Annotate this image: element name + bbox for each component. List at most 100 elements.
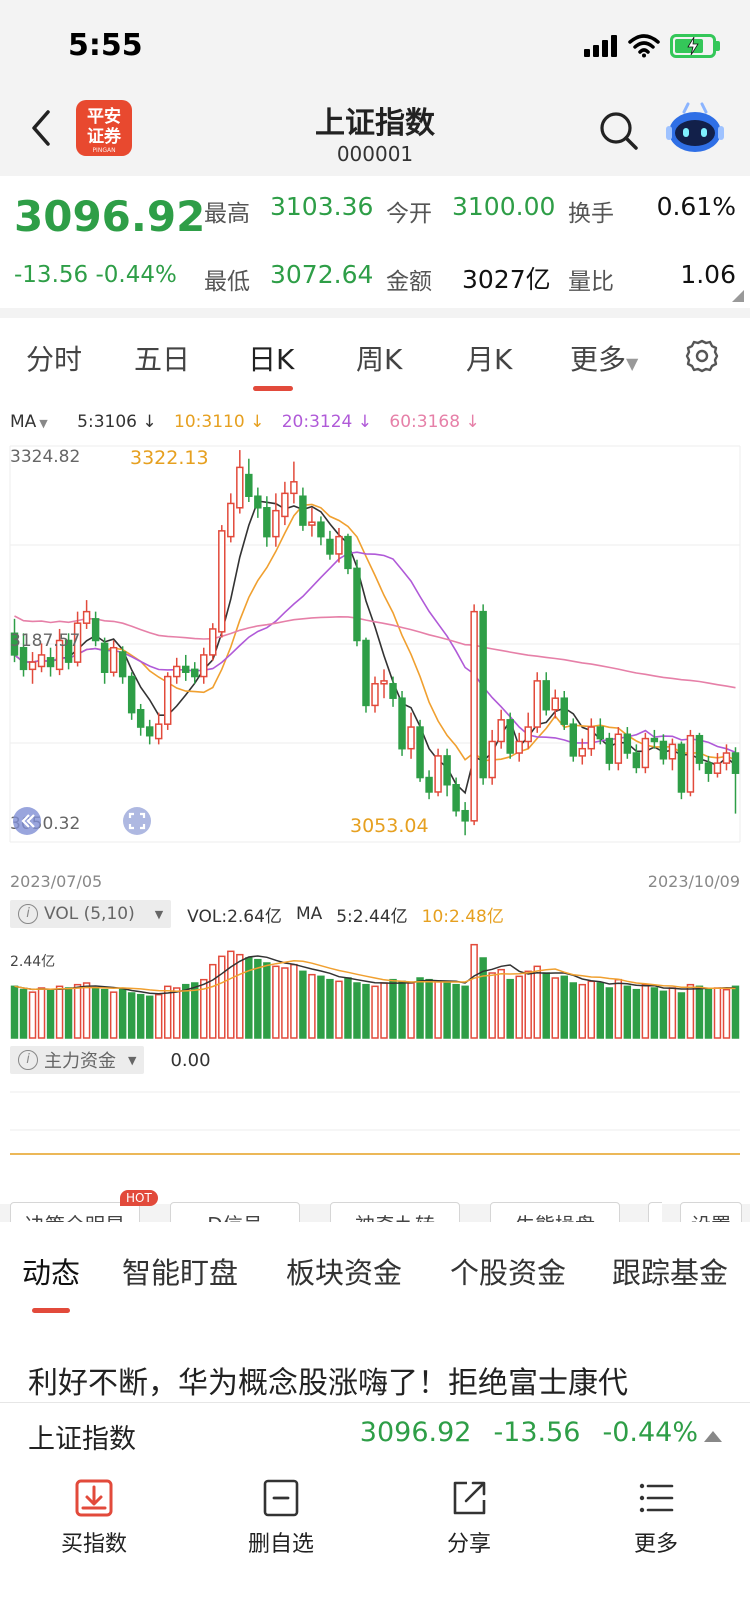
tab-monthly-k[interactable]: 月K: [466, 338, 512, 378]
tab-tracking-funds[interactable]: 跟踪基金: [612, 1250, 728, 1292]
volume-indicator-selector[interactable]: i VOL (5,10) ▼: [10, 900, 172, 928]
candle-up: [488, 740, 496, 779]
volume-bar-down: [118, 988, 127, 1039]
tab-more[interactable]: 更多▼: [570, 338, 638, 378]
tab-intraday[interactable]: 分时: [26, 338, 82, 378]
candle-down: [118, 651, 127, 678]
candle-up: [154, 723, 163, 740]
share-button[interactable]: 分享: [409, 1478, 529, 1558]
max-price-annotation: 3322.13: [130, 447, 209, 469]
ma-legend: MA ▼ 5:3106 ↓ 10:3110 ↓ 20:3124 ↓ 60:3168…: [10, 412, 492, 432]
candle-down: [506, 719, 514, 754]
volume-ma5-value: 5:2.44亿: [336, 906, 408, 927]
tab-dynamics[interactable]: 动态: [22, 1250, 80, 1292]
bottom-ticker[interactable]: 上证指数 3096.92 -13.56 -0.44%: [0, 1402, 750, 1468]
volume-axis-label: 2.44亿: [10, 954, 55, 970]
caret-down-icon: ▼: [626, 354, 639, 373]
expand-up-icon[interactable]: [704, 1431, 722, 1442]
active-tab-indicator: [253, 386, 293, 391]
candle-up: [380, 680, 388, 685]
candle-up: [686, 734, 695, 793]
capital-chart: [10, 1091, 740, 1155]
volume-bar-up: [722, 988, 731, 1039]
candle-down: [704, 762, 713, 774]
tab-daily-k[interactable]: 日K: [248, 338, 294, 378]
expand-corner-icon[interactable]: [732, 290, 744, 302]
scroll-left-icon[interactable]: [12, 806, 42, 836]
news-headline[interactable]: 利好不断，华为概念股涨嗨了！拒绝富士康代: [28, 1358, 748, 1402]
candle-down: [344, 535, 352, 570]
volume-bar-down: [569, 982, 577, 1039]
candle-up: [470, 610, 478, 822]
tab-smart-watch[interactable]: 智能盯盘: [122, 1250, 238, 1292]
candle-down: [569, 723, 577, 757]
fullscreen-icon[interactable]: [122, 806, 152, 836]
ai-assistant-robot-icon[interactable]: [666, 102, 724, 154]
price-change: -13.56 -0.44%: [14, 262, 177, 288]
candle-down: [425, 776, 433, 793]
candle-up: [82, 610, 91, 624]
amount-value: 3027亿: [462, 265, 551, 294]
candle-up: [587, 726, 596, 750]
tab-weekly-k[interactable]: 周K: [356, 338, 402, 378]
turnover-value: 0.61%: [656, 192, 736, 221]
turnover-label: 换手: [568, 201, 614, 227]
ma-label[interactable]: MA ▼: [10, 412, 60, 432]
tab-stock-capital[interactable]: 个股资金: [450, 1250, 566, 1292]
low-label: 最低: [204, 269, 250, 295]
search-icon[interactable]: [598, 110, 640, 152]
volume-bar-up: [272, 965, 280, 1039]
volume-bar-down: [596, 982, 605, 1039]
volume-bar-up: [668, 987, 677, 1039]
candle-down: [461, 809, 469, 822]
candle-down: [362, 639, 370, 707]
news-section: 动态 智能盯盘 板块资金 个股资金 跟踪基金 利好不断，华为概念股涨嗨了！拒绝富…: [0, 1222, 750, 1402]
capital-indicator-selector[interactable]: i 主力资金 ▼: [10, 1046, 145, 1074]
volume-bar-up: [380, 982, 388, 1039]
candle-down: [145, 726, 154, 737]
candle-up: [515, 740, 523, 754]
tab-five-day[interactable]: 五日: [134, 338, 190, 378]
volume-bar-down: [100, 988, 109, 1039]
candle-down: [326, 538, 334, 555]
candle-down: [299, 495, 307, 526]
candle-up: [668, 743, 677, 760]
battery-icon: [670, 34, 720, 58]
date-end: 2023/10/09: [647, 872, 740, 891]
candle-up: [533, 680, 541, 728]
gear-icon[interactable]: [684, 338, 720, 374]
volume-bar-up: [82, 982, 91, 1039]
volume-bar-up: [154, 993, 163, 1039]
candle-down: [254, 495, 262, 509]
volume-bar-down: [326, 978, 334, 1039]
candle-up: [163, 675, 172, 725]
capital-value: 0.00: [170, 1049, 211, 1071]
wifi-icon: [628, 34, 660, 58]
tab-sector-capital[interactable]: 板块资金: [286, 1250, 402, 1292]
candle-down: [398, 697, 406, 750]
volume-bar-up: [109, 991, 118, 1039]
candle-up: [578, 747, 587, 757]
more-button[interactable]: 更多: [596, 1478, 716, 1558]
candle-up: [218, 530, 226, 633]
volume-bar-down: [506, 978, 514, 1039]
status-icons: [584, 34, 720, 58]
remove-watchlist-button[interactable]: 删自选: [221, 1478, 341, 1558]
volume-bar-down: [542, 972, 550, 1039]
volume-bar-down: [452, 983, 460, 1039]
candlestick-chart[interactable]: 3324.82 3187.57 3050.32 3322.13 3053.04: [0, 438, 750, 858]
volume-bar-down: [632, 988, 641, 1039]
candle-down: [623, 733, 632, 754]
volume-chart[interactable]: 2.44亿: [0, 934, 750, 1042]
volume-bar-up: [55, 985, 64, 1039]
candle-down: [650, 737, 659, 743]
volume-bar-up: [236, 953, 244, 1039]
candle-up: [281, 492, 289, 518]
volume-bar-down: [362, 983, 370, 1039]
volume-bar-down: [443, 982, 451, 1039]
buy-index-button[interactable]: 买指数: [34, 1478, 154, 1558]
volume-bar-down: [263, 962, 271, 1039]
candle-up: [335, 535, 343, 555]
candle-up: [371, 683, 379, 707]
volume-bar-up: [614, 978, 623, 1039]
